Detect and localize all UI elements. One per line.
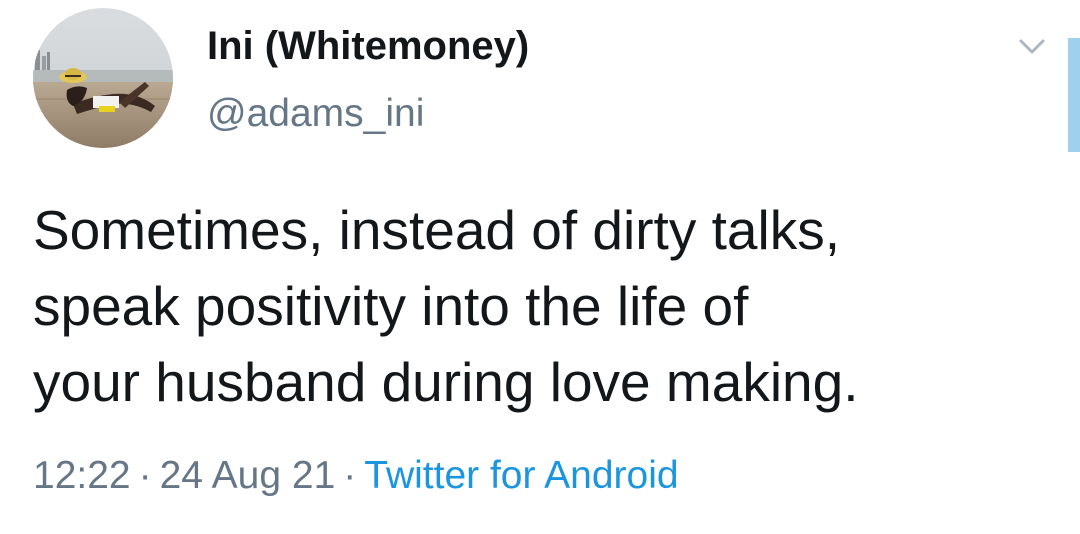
author-display-name[interactable]: Ini (Whitemoney)	[207, 22, 529, 70]
scroll-indicator	[1068, 38, 1080, 152]
tweet-meta: 12:22 · 24 Aug 21 · Twitter for Android	[33, 452, 679, 500]
meta-separator: ·	[138, 454, 152, 497]
tweet-text: Sometimes, instead of dirty talks, speak…	[33, 192, 1043, 420]
tweet-text-line: your husband during love making.	[33, 351, 859, 413]
avatar[interactable]	[33, 8, 173, 148]
meta-separator: ·	[343, 454, 357, 497]
tweet-text-line: speak positivity into the life of	[33, 275, 749, 337]
tweet-text-line: Sometimes, instead of dirty talks,	[33, 199, 840, 261]
tweet-time[interactable]: 12:22	[33, 454, 131, 497]
tweet-source-link[interactable]: Twitter for Android	[364, 454, 678, 497]
chevron-down-icon[interactable]	[1016, 34, 1048, 60]
tweet-date[interactable]: 24 Aug 21	[160, 454, 336, 497]
author-handle[interactable]: @adams_ini	[207, 90, 424, 138]
tweet-card: Ini (Whitemoney) @adams_ini Sometimes, i…	[0, 0, 1080, 534]
